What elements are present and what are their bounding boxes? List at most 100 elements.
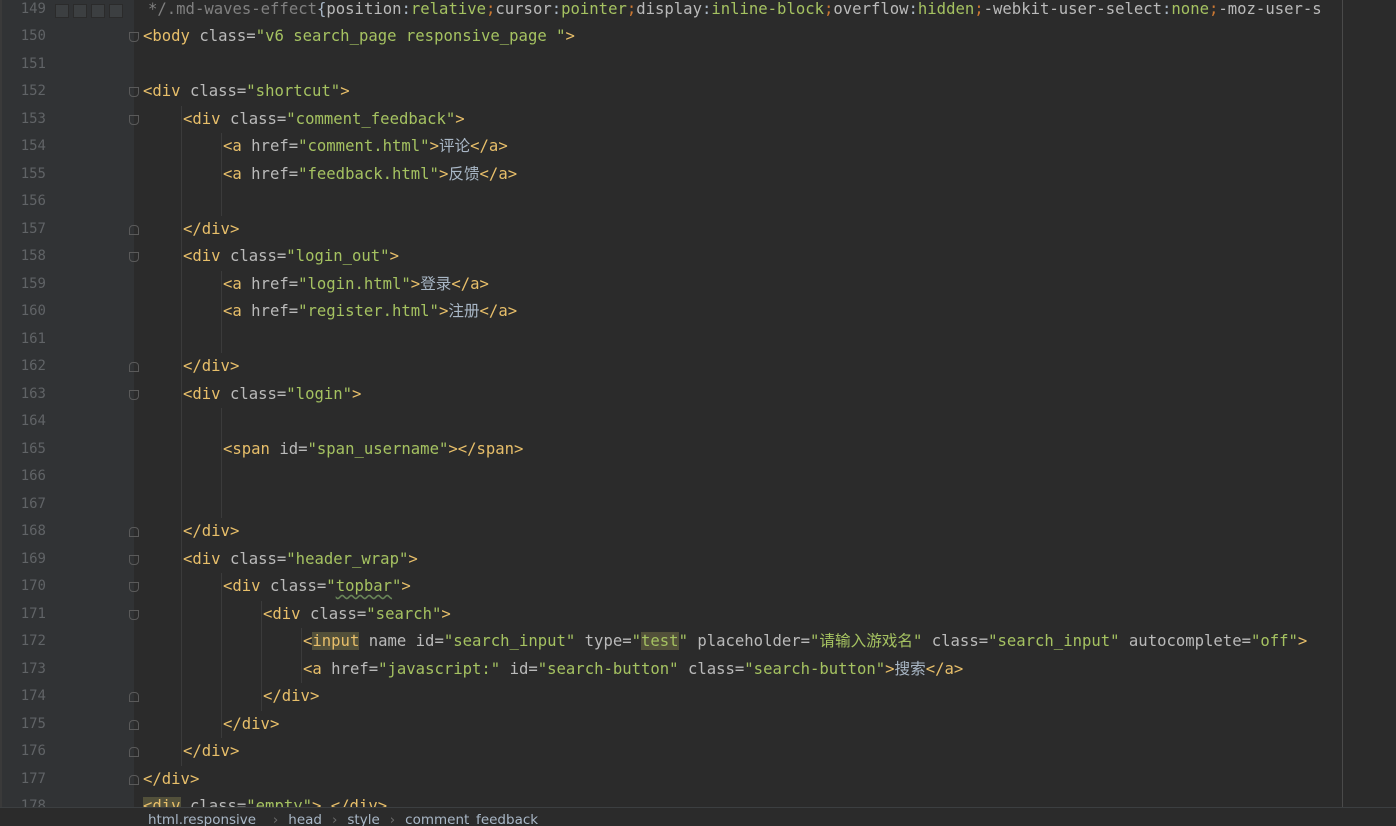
code-token: <div	[223, 577, 270, 595]
indent-guide	[181, 518, 182, 546]
fold-close-icon[interactable]	[129, 747, 139, 757]
code-token: <div	[183, 384, 230, 403]
code-token: "javascript:"	[378, 659, 501, 678]
code-token: id=	[500, 659, 538, 678]
indent-guide	[181, 490, 182, 518]
fold-open-icon[interactable]	[129, 32, 139, 42]
code-token: "search_input"	[988, 632, 1120, 650]
code-editor[interactable]: 149 */.md-waves-effect{position:relative…	[0, 0, 1396, 807]
code-line[interactable]: 158 <div class="login_out">	[0, 243, 1396, 271]
line-number: 151	[20, 55, 46, 72]
fold-open-icon[interactable]	[129, 114, 139, 125]
code-text: <body class="v6 search_page responsive_p…	[143, 23, 575, 51]
code-line[interactable]: 167	[0, 490, 1396, 518]
line-number: 149	[20, 0, 46, 17]
fold-open-icon[interactable]	[129, 389, 139, 400]
code-token: hidden	[917, 0, 975, 18]
indent-guide	[221, 298, 222, 326]
breadcrumb-item[interactable]: head	[288, 812, 322, 826]
fold-open-icon[interactable]	[129, 87, 139, 97]
breadcrumb: html.responsive_ › head › style › comment_feed…	[0, 807, 1396, 826]
indent-guide	[181, 463, 182, 491]
code-line[interactable]: 162 </div>	[0, 353, 1396, 381]
code-token: </a>	[479, 302, 518, 320]
right-margin-guide	[1342, 0, 1343, 807]
fold-close-icon[interactable]	[129, 692, 139, 702]
indent-guide	[221, 628, 222, 656]
code-line[interactable]: 161	[0, 325, 1396, 353]
breadcrumb-item[interactable]: html.responsive_	[148, 812, 263, 826]
code-line[interactable]: 175 </div>	[0, 710, 1396, 738]
code-text: <div class="login">	[183, 381, 361, 409]
code-line[interactable]: 171 <div class="search">	[0, 600, 1396, 629]
code-line[interactable]: 157 </div>	[0, 215, 1396, 244]
code-token: </div>	[183, 357, 240, 375]
code-line[interactable]: 174 </div>	[0, 683, 1396, 711]
code-token: */.md-waves-effect	[148, 0, 317, 18]
code-line[interactable]: 176 </div>	[0, 738, 1396, 766]
code-token: test	[641, 632, 679, 650]
code-line[interactable]: 172 <input name id="search_input" type="t…	[0, 628, 1396, 656]
indent-guide	[221, 573, 222, 601]
code-line[interactable]: 150 <body class="v6 search_page responsiv…	[0, 23, 1396, 51]
indent-guide	[181, 408, 182, 436]
code-token: "	[678, 632, 688, 650]
code-text: <div class="search">	[263, 601, 451, 629]
line-number: 162	[20, 358, 46, 374]
code-token: <a	[303, 659, 332, 678]
indent-guide	[221, 160, 222, 188]
code-line[interactable]: 159 <a href="login.html">登录</a>	[0, 270, 1396, 298]
code-text: </div>	[143, 766, 199, 794]
indent-guide	[181, 298, 182, 326]
code-line[interactable]: 153 <div class="comment_feedback">	[0, 105, 1396, 133]
code-line[interactable]: 170 <div class="topbar">	[0, 573, 1396, 601]
fold-close-icon[interactable]	[129, 774, 139, 785]
code-line[interactable]: 173 <a href="javascript:" id="search-butt…	[0, 655, 1396, 683]
line-number: 163	[20, 385, 46, 402]
code-line[interactable]: 168 </div>	[0, 518, 1396, 546]
code-token: {	[317, 0, 327, 18]
code-line[interactable]: 177 </div>	[0, 766, 1396, 794]
fold-close-icon[interactable]	[129, 362, 139, 372]
code-line[interactable]: 152 <div class="shortcut">	[0, 78, 1396, 106]
code-line[interactable]: 165 <span id="span_username"></span>	[0, 435, 1396, 463]
code-text: <div class="login_out">	[183, 243, 399, 271]
code-line[interactable]: 156	[0, 188, 1396, 216]
breadcrumb-item[interactable]: comment_feedback	[405, 812, 538, 826]
breadcrumb-item[interactable]: style	[347, 812, 379, 826]
fold-open-icon[interactable]	[129, 554, 139, 565]
code-line[interactable]: 169 <div class="header_wrap">	[0, 545, 1396, 574]
code-token: <	[303, 632, 313, 650]
code-token: class=	[309, 604, 367, 623]
code-token: >	[455, 109, 465, 128]
code-token: >	[401, 577, 411, 595]
code-text: </div>	[183, 216, 239, 244]
indent-guide	[221, 683, 222, 711]
fold-open-icon[interactable]	[129, 609, 139, 620]
code-token: href=	[251, 302, 299, 320]
code-line[interactable]: 166	[0, 463, 1396, 491]
fold-close-icon[interactable]	[129, 527, 139, 537]
code-token: 注册	[448, 302, 480, 320]
fold-close-icon[interactable]	[129, 224, 139, 235]
code-line[interactable]: 163 <div class="login">	[0, 380, 1396, 409]
code-line[interactable]: 160 <a href="register.html">注册</a>	[0, 298, 1396, 326]
code-text: <input name id="search_input" type="test…	[303, 628, 1307, 656]
code-text: */.md-waves-effect{position:relative;cur…	[148, 0, 1322, 23]
code-line[interactable]: 151	[0, 51, 1396, 79]
fold-open-icon[interactable]	[129, 582, 139, 592]
code-text: <div class="empty"> </div>	[143, 793, 387, 807]
code-line[interactable]: 178 <div class="empty"> </div>	[0, 793, 1396, 807]
fold-close-icon[interactable]	[129, 719, 139, 730]
code-line[interactable]: 164	[0, 408, 1396, 436]
code-line[interactable]: 149 */.md-waves-effect{position:relative…	[0, 0, 1396, 23]
line-number: 175	[20, 715, 46, 732]
indent-guide	[181, 353, 182, 381]
code-line[interactable]: 154 <a href="comment.html">评论</a>	[0, 133, 1396, 161]
code-text: <div class="header_wrap">	[183, 546, 418, 574]
code-token: href=	[251, 164, 299, 183]
code-line[interactable]: 155 <a href="feedback.html">反馈</a>	[0, 160, 1396, 188]
fold-open-icon[interactable]	[129, 252, 139, 262]
code-token: ></span>	[448, 439, 524, 458]
code-token: >	[438, 164, 449, 183]
